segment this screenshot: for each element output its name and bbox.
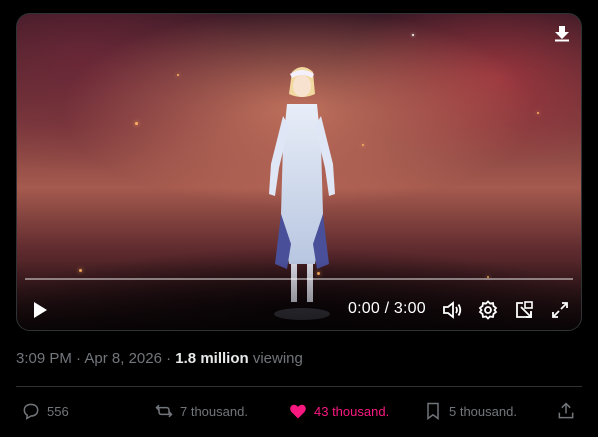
divider (16, 386, 582, 387)
video-player[interactable]: 0:00 / 3:00 (16, 13, 582, 331)
meta-separator: · (71, 350, 85, 367)
video-progress-bar[interactable] (25, 278, 573, 280)
bookmark-count: 5 thousand. (449, 403, 517, 419)
post-time[interactable]: 3:09 PM (16, 350, 72, 367)
repost-button[interactable]: 7 thousand. (154, 400, 248, 422)
play-icon[interactable] (31, 301, 49, 319)
share-icon (558, 402, 574, 419)
settings-icon[interactable] (478, 300, 498, 320)
views-count: 1.8 million (175, 350, 249, 367)
reply-icon (23, 403, 39, 420)
post-actions-bar: 556 7 thousand. 43 thousand. 5 thousand. (0, 400, 598, 424)
bookmark-button[interactable]: 5 thousand. (423, 400, 517, 422)
repost-icon (155, 404, 173, 418)
video-time-display: 0:00 / 3:00 (348, 300, 426, 317)
post-date[interactable]: Apr 8, 2026 (84, 350, 162, 367)
post-metadata: 3:09 PM · Apr 8, 2026 · 1.8 million view… (16, 350, 303, 367)
bookmark-icon (427, 402, 439, 420)
like-count: 43 thousand. (314, 403, 390, 419)
reply-count: 556 (47, 403, 69, 419)
share-button[interactable] (556, 400, 576, 422)
volume-icon[interactable] (441, 299, 463, 321)
like-button[interactable]: 43 thousand. (288, 400, 389, 422)
pop-out-icon[interactable] (514, 300, 534, 320)
fullscreen-icon[interactable] (551, 301, 569, 319)
download-icon[interactable] (553, 24, 571, 42)
views-label: viewing (248, 350, 303, 367)
meta-separator: · (161, 350, 176, 367)
reply-button[interactable]: 556 (21, 400, 69, 422)
like-icon (290, 404, 306, 419)
repost-count: 7 thousand. (180, 403, 248, 419)
